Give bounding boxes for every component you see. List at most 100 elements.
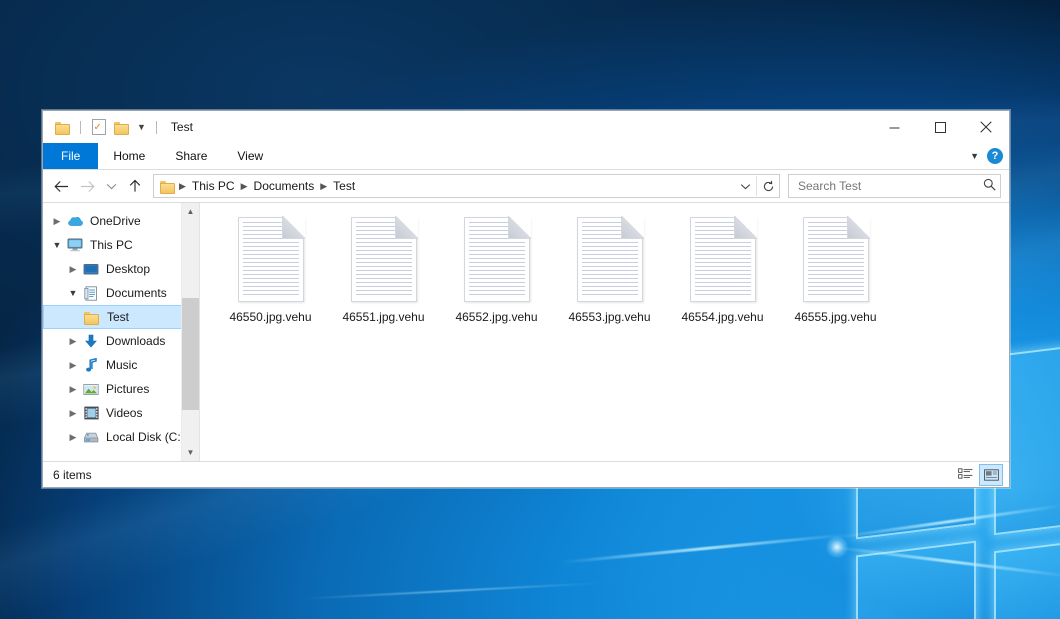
pictures-icon: [81, 381, 101, 397]
chevron-right-icon[interactable]: ▶: [65, 408, 81, 419]
generic-document-icon: [238, 217, 304, 302]
breadcrumb-item-this-pc[interactable]: This PC: [187, 179, 240, 193]
file-name: 46552.jpg.vehu: [455, 310, 537, 324]
wallpaper-glow-point: [826, 536, 848, 558]
sidebar-item-onedrive[interactable]: ▶ OneDrive: [43, 209, 199, 233]
forward-arrow-icon[interactable]: [75, 174, 99, 198]
chevron-down-icon[interactable]: ▼: [49, 240, 65, 250]
properties-icon[interactable]: ✓: [89, 118, 108, 137]
previous-locations-chevron-icon[interactable]: [734, 176, 756, 196]
sidebar-item-this-pc[interactable]: ▼ This PC: [43, 233, 199, 257]
search-box[interactable]: [788, 174, 1001, 198]
file-name: 46550.jpg.vehu: [229, 310, 311, 324]
address-bar[interactable]: ▶ This PC ▶ Documents ▶ Test: [43, 170, 1009, 202]
sidebar-item-label: OneDrive: [89, 214, 141, 228]
music-note-icon: [81, 357, 101, 373]
navigation-scrollbar[interactable]: ▲ ▼: [181, 203, 199, 461]
list-item[interactable]: 46555.jpg.vehu: [779, 213, 892, 324]
back-arrow-icon[interactable]: [49, 174, 73, 198]
folder-icon[interactable]: [53, 118, 72, 137]
address-path-box[interactable]: ▶ This PC ▶ Documents ▶ Test: [153, 174, 780, 198]
breadcrumb-separator: ▶: [319, 181, 328, 192]
chevron-right-icon[interactable]: ▶: [65, 432, 81, 443]
status-bar: 6 items: [43, 461, 1009, 487]
minimize-button[interactable]: [871, 111, 917, 143]
breadcrumb-item-test[interactable]: Test: [328, 179, 360, 193]
generic-document-icon: [577, 217, 643, 302]
file-list-view[interactable]: 46550.jpg.vehu 46551.jpg.vehu: [200, 203, 1009, 461]
file-name: 46553.jpg.vehu: [568, 310, 650, 324]
tab-view[interactable]: View: [222, 143, 278, 169]
breadcrumb-item-documents[interactable]: Documents: [249, 179, 320, 193]
title-bar[interactable]: ✓ ▼ Test: [43, 111, 1009, 143]
new-folder-icon[interactable]: [112, 118, 131, 137]
desktop-monitor-icon: [81, 261, 101, 277]
large-icons-view-button[interactable]: [979, 464, 1003, 486]
scroll-up-arrow-icon[interactable]: ▲: [182, 203, 199, 220]
chevron-right-icon[interactable]: ▶: [65, 264, 81, 275]
recent-locations-chevron-icon[interactable]: [101, 174, 121, 198]
maximize-button[interactable]: [917, 111, 963, 143]
sidebar-item-music[interactable]: ▶ Music: [43, 353, 199, 377]
breadcrumb[interactable]: ▶ This PC ▶ Documents ▶ Test: [158, 179, 734, 193]
list-item[interactable]: 46552.jpg.vehu: [440, 213, 553, 324]
sidebar-item-videos[interactable]: ▶ Videos: [43, 401, 199, 425]
qat-separator-2: [156, 121, 157, 134]
sidebar-item-test[interactable]: Test: [43, 305, 193, 329]
chevron-right-icon[interactable]: ▶: [49, 216, 65, 227]
list-item[interactable]: 46550.jpg.vehu: [214, 213, 327, 324]
tab-file[interactable]: File: [43, 143, 98, 169]
tab-share[interactable]: Share: [160, 143, 222, 169]
chevron-down-icon[interactable]: ▼: [65, 288, 81, 298]
refresh-icon[interactable]: [756, 176, 779, 196]
breadcrumb-separator: ▶: [178, 181, 187, 192]
sidebar-item-local-disk-c[interactable]: ▶ Local Disk (C:): [43, 425, 199, 449]
folder-icon: [82, 309, 102, 325]
list-item[interactable]: 46551.jpg.vehu: [327, 213, 440, 324]
chevron-down-icon[interactable]: ▼: [970, 151, 979, 161]
generic-document-icon: [690, 217, 756, 302]
close-button[interactable]: [963, 111, 1009, 143]
chevron-right-icon[interactable]: ▶: [65, 336, 81, 347]
folder-icon: [160, 180, 175, 192]
navigation-pane[interactable]: ▶ OneDrive ▼: [43, 203, 200, 461]
file-tiles: 46550.jpg.vehu 46551.jpg.vehu: [214, 213, 1009, 324]
file-name: 46554.jpg.vehu: [681, 310, 763, 324]
search-input[interactable]: [796, 178, 983, 194]
chevron-right-icon[interactable]: ▶: [65, 384, 81, 395]
list-item[interactable]: 46554.jpg.vehu: [666, 213, 779, 324]
generic-document-icon: [803, 217, 869, 302]
generic-document-icon: [464, 217, 530, 302]
chevron-right-icon[interactable]: ▶: [65, 360, 81, 371]
sidebar-item-downloads[interactable]: ▶ Downloads: [43, 329, 199, 353]
sidebar-item-label: Music: [105, 358, 137, 372]
up-arrow-icon[interactable]: [123, 174, 147, 198]
chevron-down-icon[interactable]: ▼: [135, 122, 148, 132]
explorer-body: ▶ OneDrive ▼: [43, 202, 1009, 461]
file-explorer-window[interactable]: ✓ ▼ Test: [42, 110, 1010, 488]
tab-home[interactable]: Home: [98, 143, 160, 169]
sidebar-item-label: Pictures: [105, 382, 149, 396]
onedrive-cloud-icon: [65, 213, 85, 229]
quick-access-toolbar[interactable]: ✓ ▼ Test: [43, 118, 193, 137]
help-icon[interactable]: ?: [987, 148, 1003, 164]
sidebar-item-label: Desktop: [105, 262, 150, 276]
search-icon[interactable]: [983, 178, 996, 194]
window-controls[interactable]: [871, 111, 1009, 143]
ribbon-tab-bar[interactable]: File Home Share View ▼ ?: [43, 143, 1009, 170]
sidebar-item-documents[interactable]: ▼ Documents: [43, 281, 199, 305]
qat-separator-1: [80, 121, 81, 134]
window-title: Test: [171, 120, 193, 134]
details-view-button[interactable]: [954, 465, 976, 485]
sidebar-item-label: Documents: [105, 286, 167, 300]
this-pc-monitor-icon: [65, 237, 85, 253]
sidebar-item-label: Videos: [105, 406, 142, 420]
sidebar-item-desktop[interactable]: ▶ Desktop: [43, 257, 199, 281]
hard-drive-icon: [81, 429, 101, 445]
scrollbar-thumb[interactable]: [182, 298, 199, 410]
videos-film-icon: [81, 405, 101, 421]
sidebar-item-pictures[interactable]: ▶ Pictures: [43, 377, 199, 401]
scrollbar-track[interactable]: [182, 220, 199, 444]
scroll-down-arrow-icon[interactable]: ▼: [182, 444, 199, 461]
list-item[interactable]: 46553.jpg.vehu: [553, 213, 666, 324]
